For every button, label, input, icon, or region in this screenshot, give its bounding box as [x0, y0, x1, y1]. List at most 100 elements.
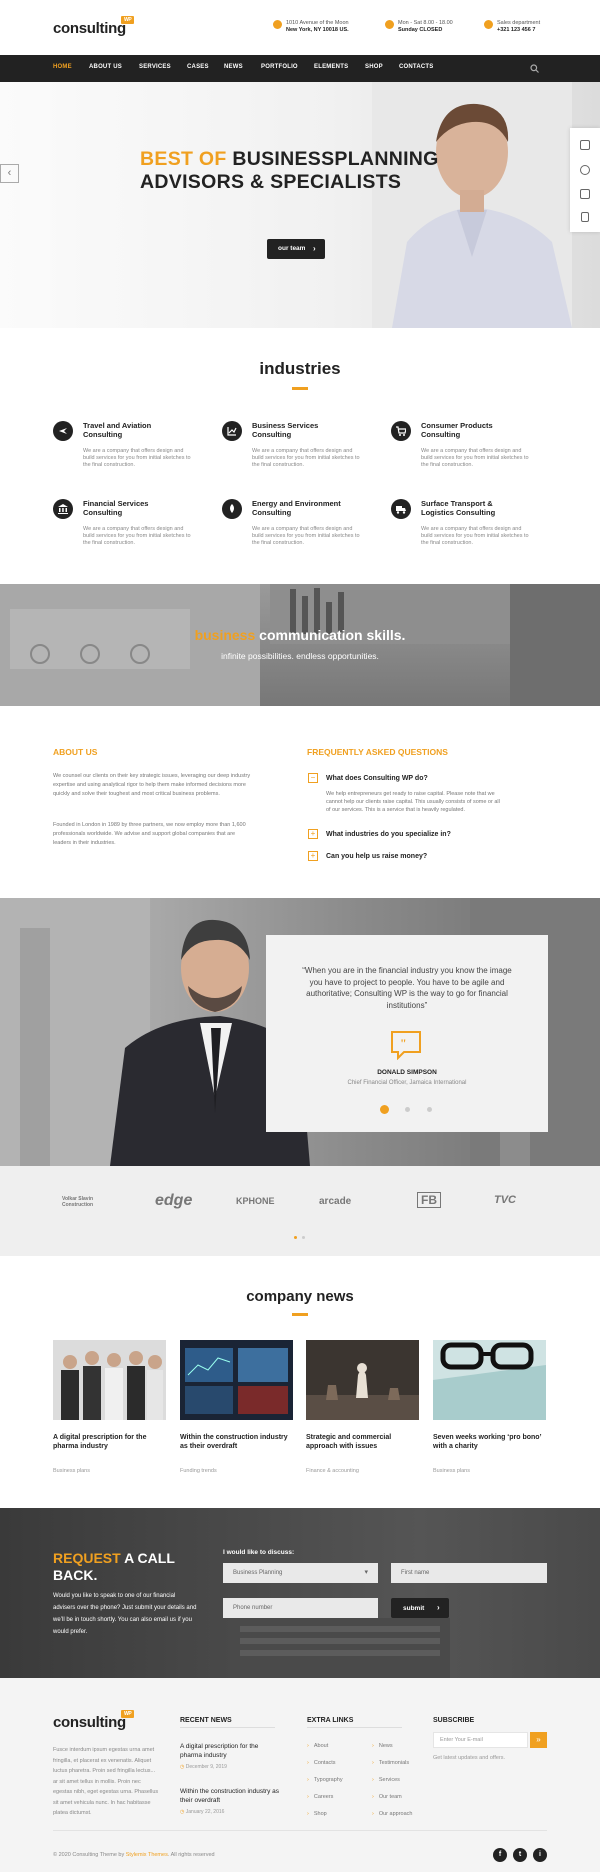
carousel-dot-active[interactable] — [294, 1236, 297, 1239]
news-category[interactable]: Finance & accounting — [306, 1468, 359, 1474]
partner-logo[interactable]: FB — [417, 1192, 441, 1208]
industry-title[interactable]: Surface Transport & Logistics Consulting — [421, 499, 541, 517]
plus-icon[interactable]: + — [308, 829, 318, 839]
trading-screens-photo[interactable] — [180, 1340, 293, 1420]
callback-text: Would you like to speak to one of our fi… — [53, 1593, 197, 1635]
news-category[interactable]: Business plans — [433, 1468, 470, 1474]
location-icon — [273, 20, 282, 29]
footer-link[interactable]: › Shop — [307, 1811, 327, 1817]
carousel-dot[interactable] — [405, 1107, 410, 1112]
news-title[interactable]: Within the construction industry as their… — [180, 1434, 295, 1451]
nav-home[interactable]: HOME — [53, 64, 72, 70]
footer-link[interactable]: › Services — [372, 1777, 400, 1783]
glasses-photo[interactable] — [433, 1340, 546, 1420]
our-team-button[interactable]: our team › — [267, 239, 325, 259]
instagram-icon[interactable]: i — [533, 1848, 547, 1862]
industry-title[interactable]: Business Services Consulting — [252, 421, 372, 439]
nav-shop[interactable]: SHOP — [365, 64, 383, 70]
dashboard-background-image — [0, 584, 600, 706]
footer-news-title[interactable]: A digital prescription for the pharma ind… — [180, 1743, 258, 1760]
divider — [180, 1727, 275, 1728]
top-header: consulting WP 1010 Avenue of the Moon New … — [0, 0, 600, 55]
faq-question-2[interactable]: What industries do you specialize in? — [326, 831, 451, 838]
phone-field[interactable]: Phone number — [223, 1598, 378, 1618]
nav-about[interactable]: ABOUT US — [89, 64, 122, 70]
plus-icon[interactable]: + — [308, 851, 318, 861]
industry-title[interactable]: Travel and Aviation Consulting — [83, 421, 203, 439]
news-category[interactable]: Funding trends — [180, 1468, 217, 1474]
side-toolbar — [570, 128, 600, 232]
industries-heading: industries — [259, 359, 341, 378]
copyright: © 2020 Consulting Theme by Stylemix Them… — [53, 1852, 215, 1858]
nav-contacts[interactable]: CONTACTS — [399, 64, 434, 70]
phone-icon — [484, 20, 493, 29]
divider — [307, 1727, 402, 1728]
slider-prev-arrow[interactable]: ‹ — [0, 164, 19, 183]
footer-link[interactable]: › Our team — [372, 1794, 402, 1800]
minus-icon[interactable]: − — [308, 773, 318, 783]
carousel-dot[interactable] — [302, 1236, 305, 1239]
faq-question-1[interactable]: What does Consulting WP do? — [326, 775, 428, 782]
news-heading: company news — [246, 1288, 354, 1305]
partner-logo[interactable]: Volkar Slavin Construction — [62, 1196, 122, 1208]
gear-icon[interactable] — [580, 165, 590, 175]
email-input[interactable]: Enter Your E-mail — [433, 1732, 528, 1748]
logo-badge: WP — [121, 1710, 135, 1718]
partner-logo[interactable]: TVC — [494, 1194, 516, 1206]
first-name-field[interactable]: First name — [391, 1563, 547, 1583]
mobile-icon[interactable] — [581, 212, 589, 222]
news-title[interactable]: Strategic and commercial approach with is… — [306, 1434, 421, 1451]
cart-icon[interactable] — [580, 189, 590, 199]
footer-news-title[interactable]: Within the construction industry as their… — [180, 1788, 279, 1805]
nav-services[interactable]: SERVICES — [139, 64, 171, 70]
carousel-dot[interactable] — [427, 1107, 432, 1112]
footer-link[interactable]: › Contacts — [307, 1760, 336, 1766]
address-info: 1010 Avenue of the Moon New York, NY 1001… — [273, 20, 349, 34]
industry-desc: We are a company that offers design and b… — [421, 448, 529, 468]
news-category[interactable]: Business plans — [53, 1468, 90, 1474]
footer-logo[interactable]: consulting WP — [53, 1710, 135, 1731]
hero-heading-line1: BEST OF BUSINESSPLANNING — [140, 148, 439, 170]
rss-icon[interactable]: » — [530, 1732, 547, 1748]
news-title[interactable]: A digital prescription for the pharma ind… — [53, 1434, 168, 1451]
nav-cases[interactable]: CASES — [187, 64, 209, 70]
footer-link[interactable]: › Our approach — [372, 1811, 412, 1817]
divider — [53, 1830, 547, 1831]
chess-photo[interactable] — [306, 1340, 419, 1420]
chevron-right-icon: › — [313, 244, 316, 253]
footer-link[interactable]: › Typography — [307, 1777, 343, 1783]
footer-link[interactable]: › Testimonials — [372, 1760, 409, 1766]
testimonial-role: Chief Financial Officer, Jamaica Interna… — [347, 1080, 467, 1086]
topic-select[interactable]: Business Planning ▾ — [223, 1563, 378, 1583]
submit-button[interactable]: submit › — [391, 1598, 449, 1618]
bank-icon — [53, 499, 73, 519]
facebook-icon[interactable]: f — [493, 1848, 507, 1862]
footer-link[interactable]: › About — [307, 1743, 328, 1749]
partner-logo[interactable]: KPHONE — [236, 1196, 275, 1206]
footer-link[interactable]: › Careers — [307, 1794, 333, 1800]
faq-heading: FREQUENTLY ASKED QUESTIONS — [307, 747, 448, 757]
industry-title[interactable]: Financial Services Consulting — [83, 499, 203, 517]
nav-news[interactable]: NEWS — [224, 64, 243, 70]
stylemix-link[interactable]: Stylemix Themes — [126, 1852, 168, 1858]
team-photo[interactable] — [53, 1340, 166, 1420]
footer-link[interactable]: › News — [372, 1743, 393, 1749]
partner-logo[interactable]: arcade — [319, 1196, 351, 1207]
nav-portfolio[interactable]: PORTFOLIO — [261, 64, 298, 70]
industry-title[interactable]: Energy and Environment Consulting — [252, 499, 372, 517]
carousel-dot-active[interactable] — [380, 1105, 389, 1114]
desktop-icon[interactable] — [580, 140, 590, 150]
search-icon[interactable] — [530, 64, 539, 73]
news-title[interactable]: Seven weeks working ‘pro bono’ with a cha… — [433, 1434, 548, 1451]
recent-news-heading: RECENT NEWS — [180, 1717, 232, 1724]
testimonial-name: DONALD SIMPSON — [377, 1069, 437, 1076]
logo[interactable]: consulting WP — [53, 16, 135, 37]
partner-logo[interactable]: edge — [155, 1192, 192, 1210]
nav-elements[interactable]: ELEMENTS — [314, 64, 348, 70]
twitter-icon[interactable]: t — [513, 1848, 527, 1862]
faq-question-3[interactable]: Can you help us raise money? — [326, 853, 427, 860]
industry-title[interactable]: Consumer Products Consulting — [421, 421, 541, 439]
hero-heading-line2: ADVISORS & SPECIALISTS — [140, 171, 402, 193]
logo-badge: WP — [121, 16, 135, 24]
callback-heading: REQUEST A CALL BACK. — [53, 1550, 175, 1583]
